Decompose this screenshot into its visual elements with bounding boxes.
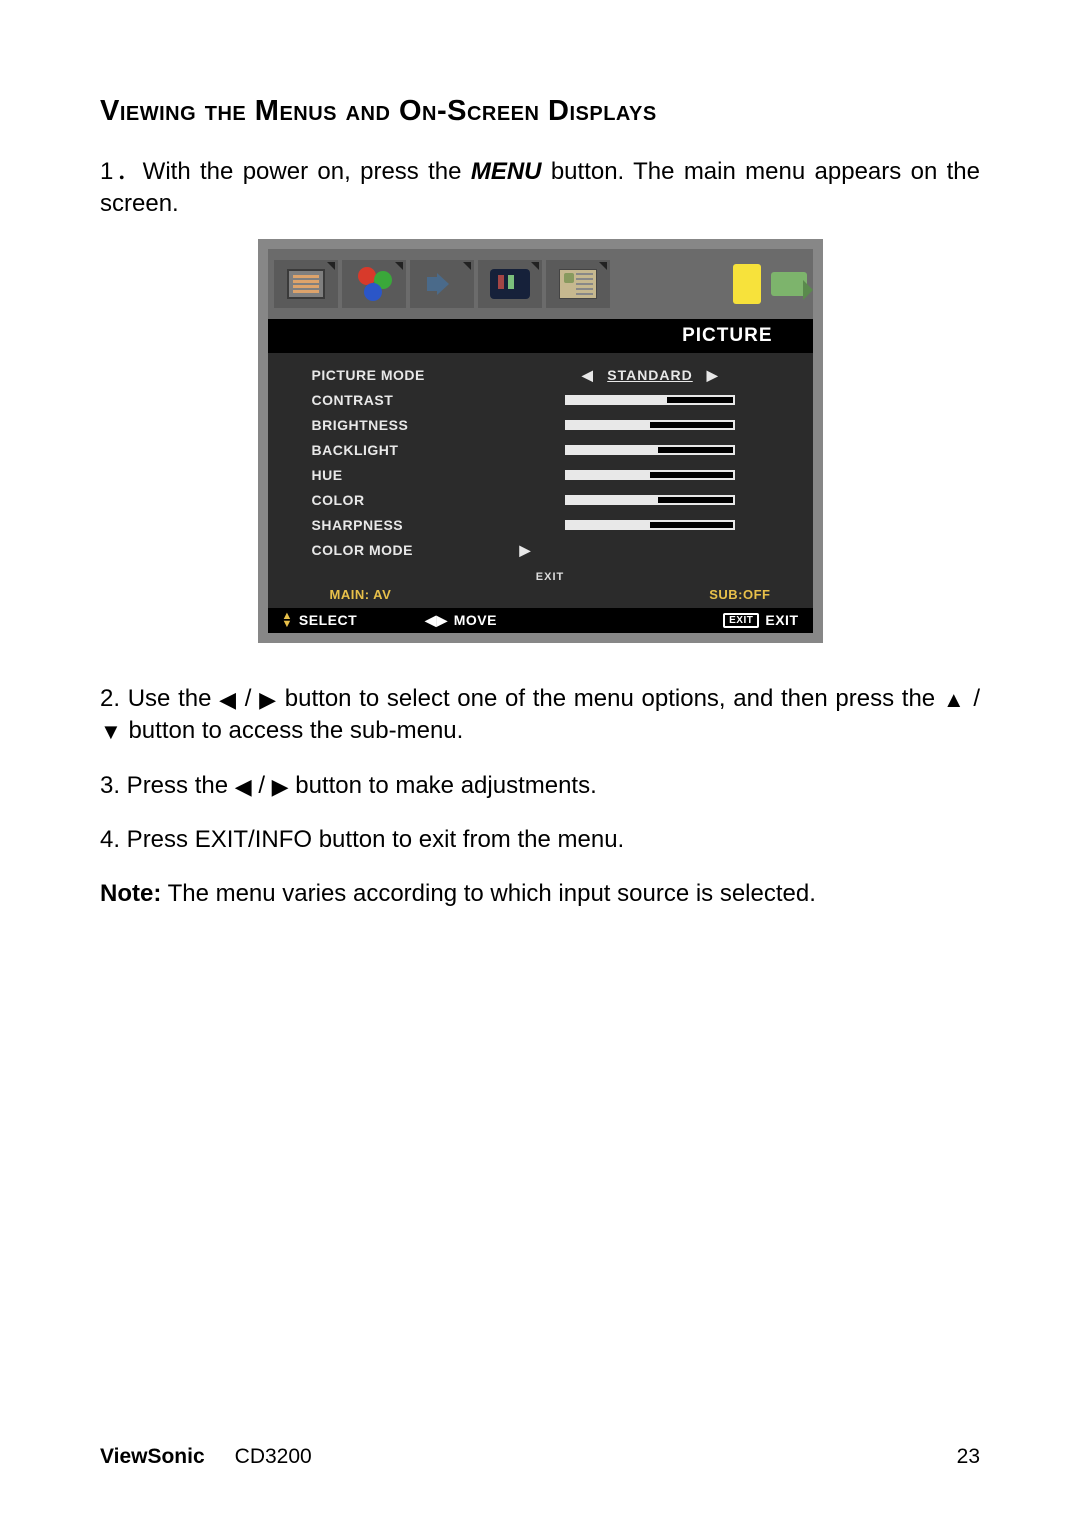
osd-label: HUE xyxy=(312,467,512,483)
tab-tv-icon xyxy=(478,260,542,308)
osd-screenshot: PICTURE PICTURE MODE ◀ STANDARD ▶ CONTRA… xyxy=(258,239,823,643)
step3-text-b: button to make adjustments. xyxy=(289,772,597,799)
osd-row-sharpness: SHARPNESS xyxy=(312,513,789,538)
right-arrow-icon: ▶ xyxy=(259,687,277,712)
slider xyxy=(565,470,735,480)
left-arrow-icon: ◀ xyxy=(582,367,593,384)
step-2: 2. Use the ◀ / ▶ button to select one of… xyxy=(100,683,980,748)
osd-body: PICTURE MODE ◀ STANDARD ▶ CONTRAST BRIGH… xyxy=(268,353,813,608)
footer-exit: EXIT xyxy=(765,612,798,628)
osd-status-left: MAIN: AV xyxy=(330,587,392,602)
slider xyxy=(565,520,735,530)
page-footer: ViewSonic CD3200 23 xyxy=(100,1445,980,1469)
slider xyxy=(565,445,735,455)
osd-exit-small: EXIT xyxy=(312,563,789,587)
step2-text-c: button to access the sub-menu. xyxy=(122,717,464,744)
tab-schedule-icon xyxy=(546,260,610,308)
slash: / xyxy=(966,685,980,712)
osd-row-color: COLOR xyxy=(312,488,789,513)
osd-label: BRIGHTNESS xyxy=(312,417,512,433)
osd-row-hue: HUE xyxy=(312,463,789,488)
footer-brand: ViewSonic xyxy=(100,1445,205,1469)
osd-label: PICTURE MODE xyxy=(312,367,512,383)
step2-text-a: 2. Use the xyxy=(100,685,219,712)
left-arrow-icon: ◀ xyxy=(235,774,252,799)
footer-move: MOVE xyxy=(454,612,497,628)
note-label: Note: xyxy=(100,880,161,907)
leftright-arrow-icon: ◀▶ xyxy=(425,612,448,629)
note-text: The menu varies according to which input… xyxy=(161,880,816,907)
footer-select: SELECT xyxy=(299,612,357,628)
tab-end-icon xyxy=(771,272,807,296)
osd-row-contrast: CONTRAST xyxy=(312,388,789,413)
right-arrow-icon: ▶ xyxy=(272,774,289,799)
tab-picture-icon xyxy=(274,260,338,308)
osd-row-picture-mode: PICTURE MODE ◀ STANDARD ▶ xyxy=(312,363,789,388)
osd-status-row: MAIN: AV SUB:OFF xyxy=(312,587,789,604)
step1-text-a: 1．With the power on, press the xyxy=(100,158,471,185)
note: Note: The menu varies according to which… xyxy=(100,878,980,910)
footer-model: CD3200 xyxy=(235,1445,312,1469)
menu-keyword: MENU xyxy=(471,158,542,185)
osd-label: COLOR MODE xyxy=(312,542,512,558)
submenu-arrow-icon: ▶ xyxy=(520,542,531,559)
right-arrow-icon: ▶ xyxy=(707,367,718,384)
tab-color-icon xyxy=(342,260,406,308)
osd-row-color-mode: COLOR MODE ▶ xyxy=(312,538,789,563)
step-3: 3. Press the ◀ / ▶ button to make adjust… xyxy=(100,770,980,802)
osd-label: COLOR xyxy=(312,492,512,508)
footer-page: 23 xyxy=(957,1445,980,1469)
left-arrow-icon: ◀ xyxy=(219,687,237,712)
osd-footer: ▲▼ SELECT ◀▶ MOVE EXIT EXIT xyxy=(268,608,813,633)
osd-tab-bar xyxy=(268,249,813,319)
slider xyxy=(565,420,735,430)
updown-arrow-icon: ▲▼ xyxy=(282,612,293,628)
picture-mode-value: STANDARD xyxy=(607,367,693,383)
slider xyxy=(565,395,735,405)
osd-title: PICTURE xyxy=(268,319,813,353)
exit-box-icon: EXIT xyxy=(723,613,759,628)
tab-highlight-icon xyxy=(733,264,761,304)
step3-text-a: 3. Press the xyxy=(100,772,235,799)
slash: / xyxy=(237,685,259,712)
step-4: 4. Press EXIT/INFO button to exit from t… xyxy=(100,824,980,856)
step2-text-b: button to select one of the menu options… xyxy=(277,685,943,712)
osd-label: SHARPNESS xyxy=(312,517,512,533)
osd-label: CONTRAST xyxy=(312,392,512,408)
osd-row-brightness: BRIGHTNESS xyxy=(312,413,789,438)
osd-row-backlight: BACKLIGHT xyxy=(312,438,789,463)
osd-label: BACKLIGHT xyxy=(312,442,512,458)
step-1: 1．With the power on, press the MENU butt… xyxy=(100,156,980,221)
page-heading: Viewing the Menus and On-Screen Displays xyxy=(100,95,980,128)
tab-audio-icon xyxy=(410,260,474,308)
down-arrow-icon: ▼ xyxy=(100,719,122,744)
slider xyxy=(565,495,735,505)
slash: / xyxy=(252,772,272,799)
osd-status-right: SUB:OFF xyxy=(709,587,770,602)
up-arrow-icon: ▲ xyxy=(943,687,966,712)
